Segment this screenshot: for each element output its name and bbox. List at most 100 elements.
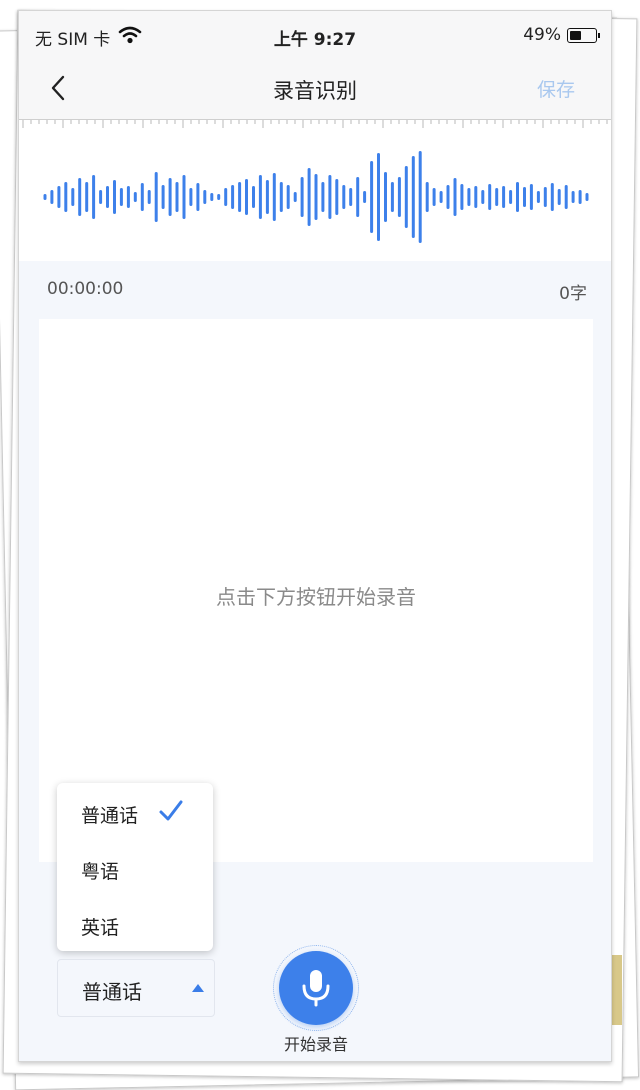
time-ruler [19, 119, 611, 128]
waveform-bar [272, 173, 276, 221]
waveform-bar [154, 172, 158, 222]
waveform-bar [557, 189, 561, 205]
waveform-bar [509, 190, 513, 204]
waveform-bar [210, 193, 214, 201]
language-option-english[interactable]: 英话 [81, 913, 119, 940]
waveform-bar [252, 186, 255, 208]
waveform-bar [265, 180, 269, 214]
waveform-bar [571, 191, 575, 203]
phone-screen: 无 SIM 卡 上午 9:27 49% 录音识别 保存 00:00:00 0字 … [18, 10, 612, 1062]
waveform-bar [467, 188, 471, 206]
waveform-bar [495, 188, 499, 206]
waveform-bar [321, 182, 325, 212]
waveform-bar [543, 187, 547, 207]
waveform-bar [328, 175, 332, 219]
waveform-bar [43, 194, 47, 200]
microphone-icon [302, 970, 330, 1007]
language-option-mandarin[interactable]: 普通话 [81, 801, 138, 828]
transcript-area[interactable]: 点击下方按钮开始录音 [39, 319, 593, 862]
waveform-bar [377, 153, 380, 241]
paper-edge [612, 955, 622, 1025]
record-button[interactable] [279, 951, 353, 1025]
waveform-bar [349, 188, 353, 206]
waveform-bar [335, 179, 339, 215]
waveform-bar [50, 190, 54, 204]
waveform-bar [425, 182, 429, 212]
waveform-bar [446, 185, 450, 209]
language-dropdown: 普通话 粤语 英话 [57, 783, 213, 951]
waveform-bar [126, 186, 130, 208]
status-bar: 无 SIM 卡 上午 9:27 49% [19, 11, 611, 61]
elapsed-time: 00:00:00 [47, 279, 124, 299]
waveform-bar [370, 161, 374, 233]
waveform-bar [397, 177, 401, 217]
empty-hint: 点击下方按钮开始录音 [216, 585, 416, 609]
waveform-bar [161, 185, 165, 209]
waveform-bar [439, 191, 443, 203]
waveform-bar [92, 175, 96, 219]
waveform-bar [57, 186, 61, 208]
waveform-bar [516, 182, 519, 212]
waveform-bar [113, 180, 116, 214]
waveform-bar [453, 178, 457, 216]
waveform-bar [224, 188, 228, 206]
waveform-bar [578, 190, 582, 204]
waveform-bar [488, 184, 492, 210]
waveform-bar [502, 186, 506, 208]
waveform-bar [189, 188, 193, 206]
waveform-bar [536, 191, 540, 203]
waveform-bar [78, 178, 82, 216]
waveform-bar [119, 188, 123, 206]
waveform-bar [384, 172, 387, 222]
waveform-bar [238, 182, 242, 212]
waveform-bar [529, 184, 533, 210]
waveform-bar [203, 190, 207, 204]
waveform-bar [293, 192, 297, 202]
waveform-bar [390, 182, 394, 212]
waveform-bar [182, 175, 186, 219]
waveform-bar [279, 182, 283, 212]
waveform-bar [356, 177, 360, 217]
triangle-up-icon [192, 984, 204, 992]
waveform-bar [106, 186, 109, 208]
checkmark-icon [157, 797, 185, 825]
waveform-bar [404, 166, 408, 228]
waveform-bar [217, 194, 221, 200]
waveform-bar [231, 185, 235, 209]
language-selector[interactable]: 普通话 [57, 959, 215, 1017]
battery-icon [567, 27, 600, 43]
waveform-bar [363, 191, 367, 203]
waveform-bar [585, 193, 589, 201]
waveform-bar [474, 186, 478, 208]
waveform-bar [314, 174, 318, 220]
waveform-panel [19, 119, 611, 261]
waveform-bar [286, 185, 290, 209]
waveform-bar [175, 182, 179, 212]
waveform-bar [550, 183, 554, 211]
clock-text: 上午 9:27 [273, 30, 357, 50]
waveform-bar [133, 192, 137, 202]
page-title: 录音识别 [273, 79, 357, 103]
waveform-bar [140, 183, 144, 211]
waveform-bar [342, 185, 346, 209]
waveform-bar [147, 190, 151, 204]
waveform-bar [523, 187, 526, 207]
waveform-bar [411, 156, 415, 238]
character-count: 0字 [559, 284, 587, 304]
waveform-bar [460, 184, 464, 210]
waveform-bar [196, 183, 200, 211]
waveform-bar [168, 178, 172, 216]
waveform-bar [418, 151, 422, 243]
record-button-label: 开始录音 [283, 1035, 348, 1054]
waveform-bar [258, 175, 262, 219]
battery-percent: 49% [523, 25, 561, 45]
language-option-cantonese[interactable]: 粤语 [81, 857, 119, 884]
waveform-bar [481, 190, 485, 204]
waveform-bar [71, 188, 75, 206]
waveform-bar [307, 168, 311, 226]
save-button[interactable]: 保存 [537, 75, 575, 102]
waveform-bar [564, 185, 568, 209]
waveform-bar [85, 182, 89, 212]
navigation-bar: 录音识别 保存 [19, 61, 611, 119]
audio-waveform [43, 151, 589, 243]
